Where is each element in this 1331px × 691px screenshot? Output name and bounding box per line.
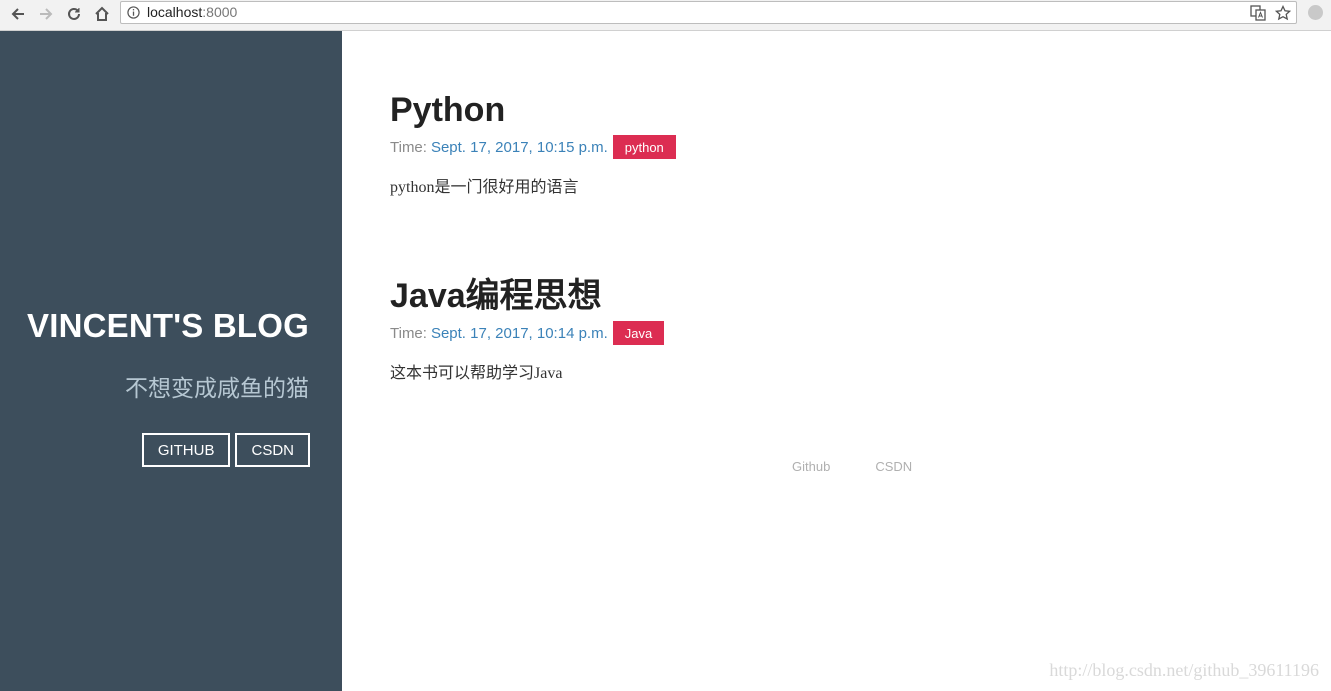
forward-arrow-icon[interactable] xyxy=(34,3,58,25)
post-item: Java编程思想 Time: Sept. 17, 2017, 10:14 p.m… xyxy=(390,276,665,383)
back-arrow-icon[interactable] xyxy=(6,3,30,25)
address-bar[interactable]: localhost:8000 xyxy=(120,1,1297,24)
post-meta: Time: Sept. 17, 2017, 10:15 p.m. python xyxy=(390,135,676,159)
browser-toolbar: localhost:8000 xyxy=(0,0,1331,31)
post-meta: Time: Sept. 17, 2017, 10:14 p.m. Java xyxy=(390,321,665,345)
sidebar: VINCENT'S BLOG 不想变成咸鱼的猫 GITHUB CSDN xyxy=(0,31,342,691)
reload-icon[interactable] xyxy=(62,3,86,25)
post-time[interactable]: Sept. 17, 2017, 10:14 p.m. xyxy=(431,325,608,342)
url-text[interactable]: localhost:8000 xyxy=(147,4,237,20)
blog-subtitle: 不想变成咸鱼的猫 xyxy=(125,375,309,401)
tag-badge[interactable]: Java xyxy=(612,321,665,345)
post-excerpt: python是一门很好用的语言 xyxy=(390,179,579,196)
main-content: Python Time: Sept. 17, 2017, 10:15 p.m. … xyxy=(342,31,1331,691)
blog-title[interactable]: VINCENT'S BLOG xyxy=(27,307,309,345)
translate-icon[interactable] xyxy=(1250,5,1266,21)
time-label: Time: xyxy=(390,138,427,156)
home-icon[interactable] xyxy=(90,3,114,25)
post-title[interactable]: Java编程思想 xyxy=(390,276,664,316)
post-time[interactable]: Sept. 17, 2017, 10:15 p.m. xyxy=(431,139,608,156)
extension-icon[interactable] xyxy=(1308,5,1323,20)
csdn-button[interactable]: CSDN xyxy=(235,433,310,467)
footer-csdn-link[interactable]: CSDN xyxy=(875,459,912,474)
post-item: Python Time: Sept. 17, 2017, 10:15 p.m. … xyxy=(390,90,676,197)
post-excerpt: 这本书可以帮助学习Java xyxy=(390,365,563,382)
url-port: :8000 xyxy=(202,4,238,20)
url-host: localhost xyxy=(147,4,203,20)
tag-badge[interactable]: python xyxy=(612,135,676,159)
info-icon[interactable] xyxy=(127,6,140,19)
bookmark-star-icon[interactable] xyxy=(1275,5,1291,21)
watermark: http://blog.csdn.net/github_39611196 xyxy=(1049,660,1319,680)
sidebar-links: GITHUB CSDN xyxy=(141,433,310,467)
footer-github-link[interactable]: Github xyxy=(792,459,830,474)
footer-links: Github CSDN xyxy=(792,459,912,474)
github-button[interactable]: GITHUB xyxy=(141,433,231,467)
time-label: Time: xyxy=(390,324,427,342)
post-title[interactable]: Python xyxy=(390,90,676,130)
